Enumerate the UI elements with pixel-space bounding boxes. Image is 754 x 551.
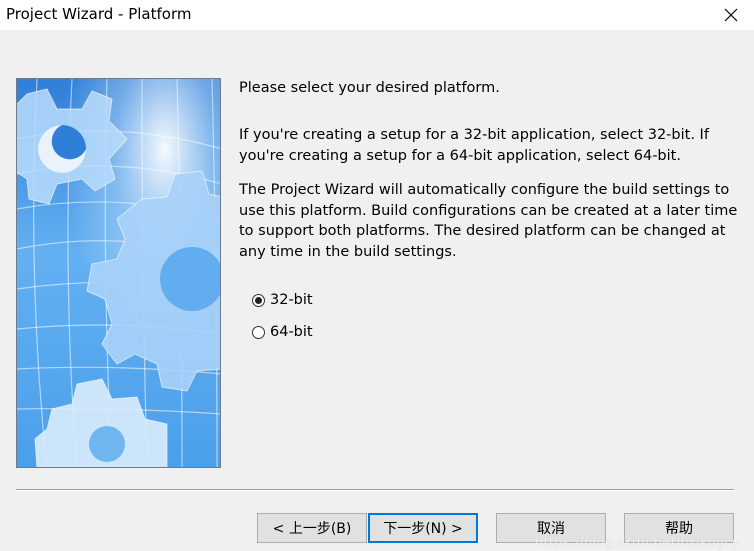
title-bar: Project Wizard - Platform (0, 0, 754, 30)
radio-unchecked-icon[interactable] (252, 325, 265, 339)
close-button[interactable] (708, 0, 754, 30)
wizard-side-image (16, 78, 221, 468)
watermark: https://blog.csdn.net/hsikogcy (535, 536, 740, 551)
radio-checked-icon[interactable] (252, 293, 265, 307)
radio-32-bit[interactable]: 32-bit (252, 292, 313, 308)
build-settings-text: The Project Wizard will automatically co… (239, 182, 738, 260)
radio-32-bit-label: 32-bit (270, 292, 313, 308)
wizard-body: Please select your desired platform. If … (0, 30, 754, 551)
next-button[interactable]: 下一步(N) > (368, 513, 478, 543)
intro-text: Please select your desired platform. (239, 80, 500, 96)
platform-explanation-text: If you're creating a setup for a 32-bit … (239, 127, 709, 164)
window-title: Project Wizard - Platform (6, 5, 192, 23)
footer-separator (16, 489, 734, 491)
radio-64-bit[interactable]: 64-bit (252, 324, 313, 340)
close-icon (724, 8, 738, 22)
radio-64-bit-label: 64-bit (270, 324, 313, 340)
back-button[interactable]: < 上一步(B) (257, 513, 367, 543)
